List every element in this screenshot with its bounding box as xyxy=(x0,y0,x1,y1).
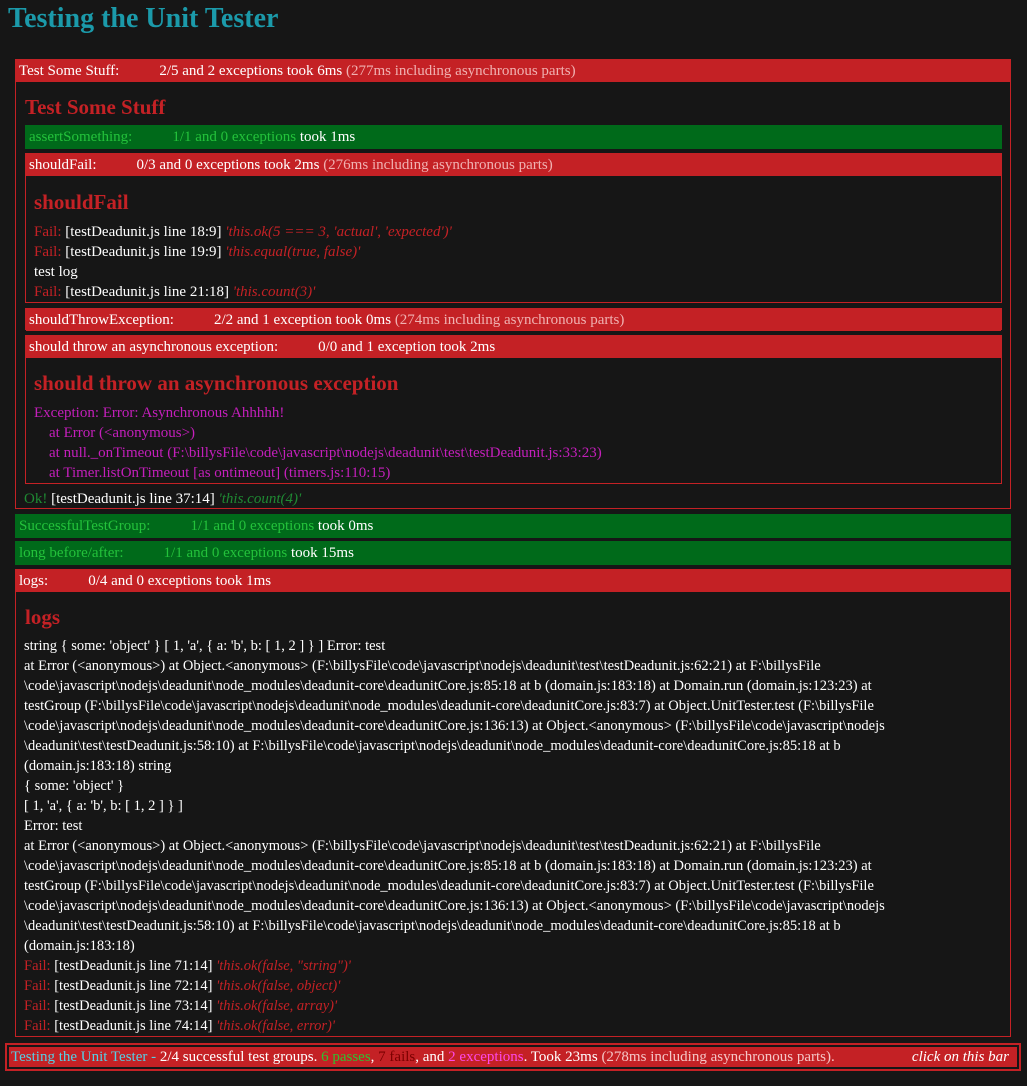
test-async-exception: should throw an asynchronous exception: 0… xyxy=(25,335,1002,484)
log-line: at Error (<anonymous>) at Object.<anonym… xyxy=(24,658,821,674)
test-counts: 1/1 and 0 exceptions xyxy=(172,129,297,145)
test-counts: 0/3 and 0 exceptions xyxy=(136,157,261,173)
log-line: testGroup (F:\billysFile\code\javascript… xyxy=(24,878,874,894)
summary-fails: 7 fails xyxy=(378,1049,416,1065)
log-line: [ 1, 'a', { a: 'b', b: [ 1, 2 ] } ] xyxy=(24,798,183,814)
summary-bar: Testing the Unit Tester - 2/4 successful… xyxy=(5,1043,1021,1071)
test-bar-should-throw-exception[interactable]: shouldThrowException: 2/2 and 1 exception… xyxy=(26,309,1001,331)
test-took: took 2ms xyxy=(439,339,496,355)
test-group-bar-long-before-after[interactable]: long before/after: 1/1 and 0 exceptions t… xyxy=(16,542,1010,564)
log-line: (domain.js:183:18) xyxy=(24,938,135,954)
test-title: shouldFail xyxy=(34,190,129,214)
fail-result: Fail: [testDeadunit.js line 73:14] 'this… xyxy=(24,998,338,1014)
summary-bar-clickable[interactable]: Testing the Unit Tester - 2/4 successful… xyxy=(9,1047,1017,1067)
log-line: string { some: 'object' } [ 1, 'a', { a:… xyxy=(24,638,386,654)
group-took: took 6ms xyxy=(286,63,343,79)
test-counts: 0/0 and 1 exception xyxy=(318,339,437,355)
test-name: shouldFail: xyxy=(29,157,97,173)
group-name: Test Some Stuff: xyxy=(19,63,120,79)
fail-result: Fail: [testDeadunit.js line 72:14] 'this… xyxy=(24,978,341,994)
fail-result: Fail: [testDeadunit.js line 71:14] 'this… xyxy=(24,958,351,974)
test-assert-something: assertSomething: 1/1 and 0 exceptions too… xyxy=(25,125,1002,149)
test-took: took 0ms xyxy=(335,312,392,328)
group-title: Test Some Stuff xyxy=(25,95,166,119)
test-name: should throw an asynchronous exception: xyxy=(29,339,279,355)
log-line: at Error (<anonymous>) at Object.<anonym… xyxy=(24,838,821,854)
test-group-bar-test-some-stuff[interactable]: Test Some Stuff: 2/5 and 2 exceptions too… xyxy=(16,60,1010,82)
stack-frame: at null._onTimeout (F:\billysFile\code\j… xyxy=(34,445,602,461)
log-line: testGroup (F:\billysFile\code\javascript… xyxy=(24,698,874,714)
test-counts: 2/2 and 1 exception xyxy=(213,312,332,328)
test-group-bar-logs[interactable]: logs: 0/4 and 0 exceptions took 1ms xyxy=(16,570,1010,592)
fail-result: Fail: [testDeadunit.js line 21:18] 'this… xyxy=(34,284,316,300)
stack-frame: at Timer.listOnTimeout [as ontimeout] (t… xyxy=(34,465,391,481)
summary-hint: click on this bar xyxy=(911,1049,1009,1065)
group-counts: 1/1 and 0 exceptions xyxy=(163,545,288,561)
test-group-long-before-after: long before/after: 1/1 and 0 exceptions t… xyxy=(15,541,1011,565)
group-async: (277ms including asynchronous parts) xyxy=(346,63,576,79)
logs-output: string { some: 'object' } [ 1, 'a', { a:… xyxy=(24,636,999,1036)
group-counts: 1/1 and 0 exceptions xyxy=(190,518,315,534)
summary-groups: 2/4 successful test groups. xyxy=(159,1049,322,1065)
test-bar-should-fail[interactable]: shouldFail: 0/3 and 0 exceptions took 2ms… xyxy=(26,154,1001,176)
log-line: test log xyxy=(34,264,78,280)
log-line: \code\javascript\nodejs\deadunit\node_mo… xyxy=(24,678,872,694)
log-line: { some: 'object' } xyxy=(24,778,125,794)
group-name: logs: xyxy=(19,573,49,589)
test-bar-async-exception[interactable]: should throw an asynchronous exception: 0… xyxy=(26,336,1001,358)
log-line: \code\javascript\nodejs\deadunit\node_mo… xyxy=(24,858,872,874)
group-counts: 2/5 and 2 exceptions xyxy=(159,63,284,79)
log-line: \code\javascript\nodejs\deadunit\node_mo… xyxy=(24,718,885,734)
test-async: (274ms including asynchronous parts) xyxy=(394,312,625,328)
summary-async: (278ms including asynchronous parts). xyxy=(601,1049,835,1065)
group-title: logs xyxy=(25,605,61,629)
test-bar-assert-something[interactable]: assertSomething: 1/1 and 0 exceptions too… xyxy=(26,126,1001,148)
log-line: (domain.js:183:18) string xyxy=(24,758,172,774)
test-group-logs: logs: 0/4 and 0 exceptions took 1ms logs … xyxy=(15,569,1011,1037)
summary-title: Testing the Unit Tester xyxy=(11,1049,148,1065)
test-name: assertSomething: xyxy=(29,129,133,145)
test-name: shouldThrowException: xyxy=(29,312,174,328)
summary-passes: 6 passes xyxy=(321,1049,371,1065)
ok-result: Ok! [testDeadunit.js line 37:14] 'this.c… xyxy=(24,491,302,507)
group-name: SuccessfulTestGroup: xyxy=(19,518,151,534)
test-took: took 2ms xyxy=(264,157,320,173)
group-took: took 0ms xyxy=(317,518,374,534)
test-async: (276ms including asynchronous parts) xyxy=(323,157,553,173)
log-line: \deadunit\test\testDeadunit.js:58:10) at… xyxy=(24,918,841,934)
stack-frame: at Error (<anonymous>) xyxy=(34,425,196,441)
log-line: Error: test xyxy=(24,818,83,834)
exception-message: Exception: Error: Asynchronous Ahhhhh! xyxy=(34,405,285,421)
fail-result: Fail: [testDeadunit.js line 18:9] 'this.… xyxy=(34,224,452,240)
test-should-fail: shouldFail: 0/3 and 0 exceptions took 2ms… xyxy=(25,153,1002,303)
group-took: took 1ms xyxy=(215,573,272,589)
group-name: long before/after: xyxy=(19,545,124,561)
test-title: should throw an asynchronous exception xyxy=(34,371,399,395)
log-line: \code\javascript\nodejs\deadunit\node_mo… xyxy=(24,898,885,914)
group-took: took 15ms xyxy=(291,545,354,561)
fail-result: Fail: [testDeadunit.js line 74:14] 'this… xyxy=(24,1018,335,1034)
test-group-test-some-stuff: Test Some Stuff: 2/5 and 2 exceptions too… xyxy=(15,59,1011,509)
summary-exceptions: 2 exceptions xyxy=(448,1049,524,1065)
fail-result: Fail: [testDeadunit.js line 19:9] 'this.… xyxy=(34,244,361,260)
summary-took: . Took 23ms xyxy=(523,1049,602,1065)
test-group-successful: SuccessfulTestGroup: 1/1 and 0 exceptions… xyxy=(15,514,1011,538)
test-should-throw-exception: shouldThrowException: 2/2 and 1 exception… xyxy=(25,308,1002,331)
log-line: \deadunit\test\testDeadunit.js:58:10) at… xyxy=(24,738,841,754)
test-took: took 1ms xyxy=(299,129,356,145)
test-group-bar-successful[interactable]: SuccessfulTestGroup: 1/1 and 0 exceptions… xyxy=(16,515,1010,537)
group-counts: 0/4 and 0 exceptions xyxy=(88,573,212,589)
page-title: Testing the Unit Tester xyxy=(8,3,279,34)
